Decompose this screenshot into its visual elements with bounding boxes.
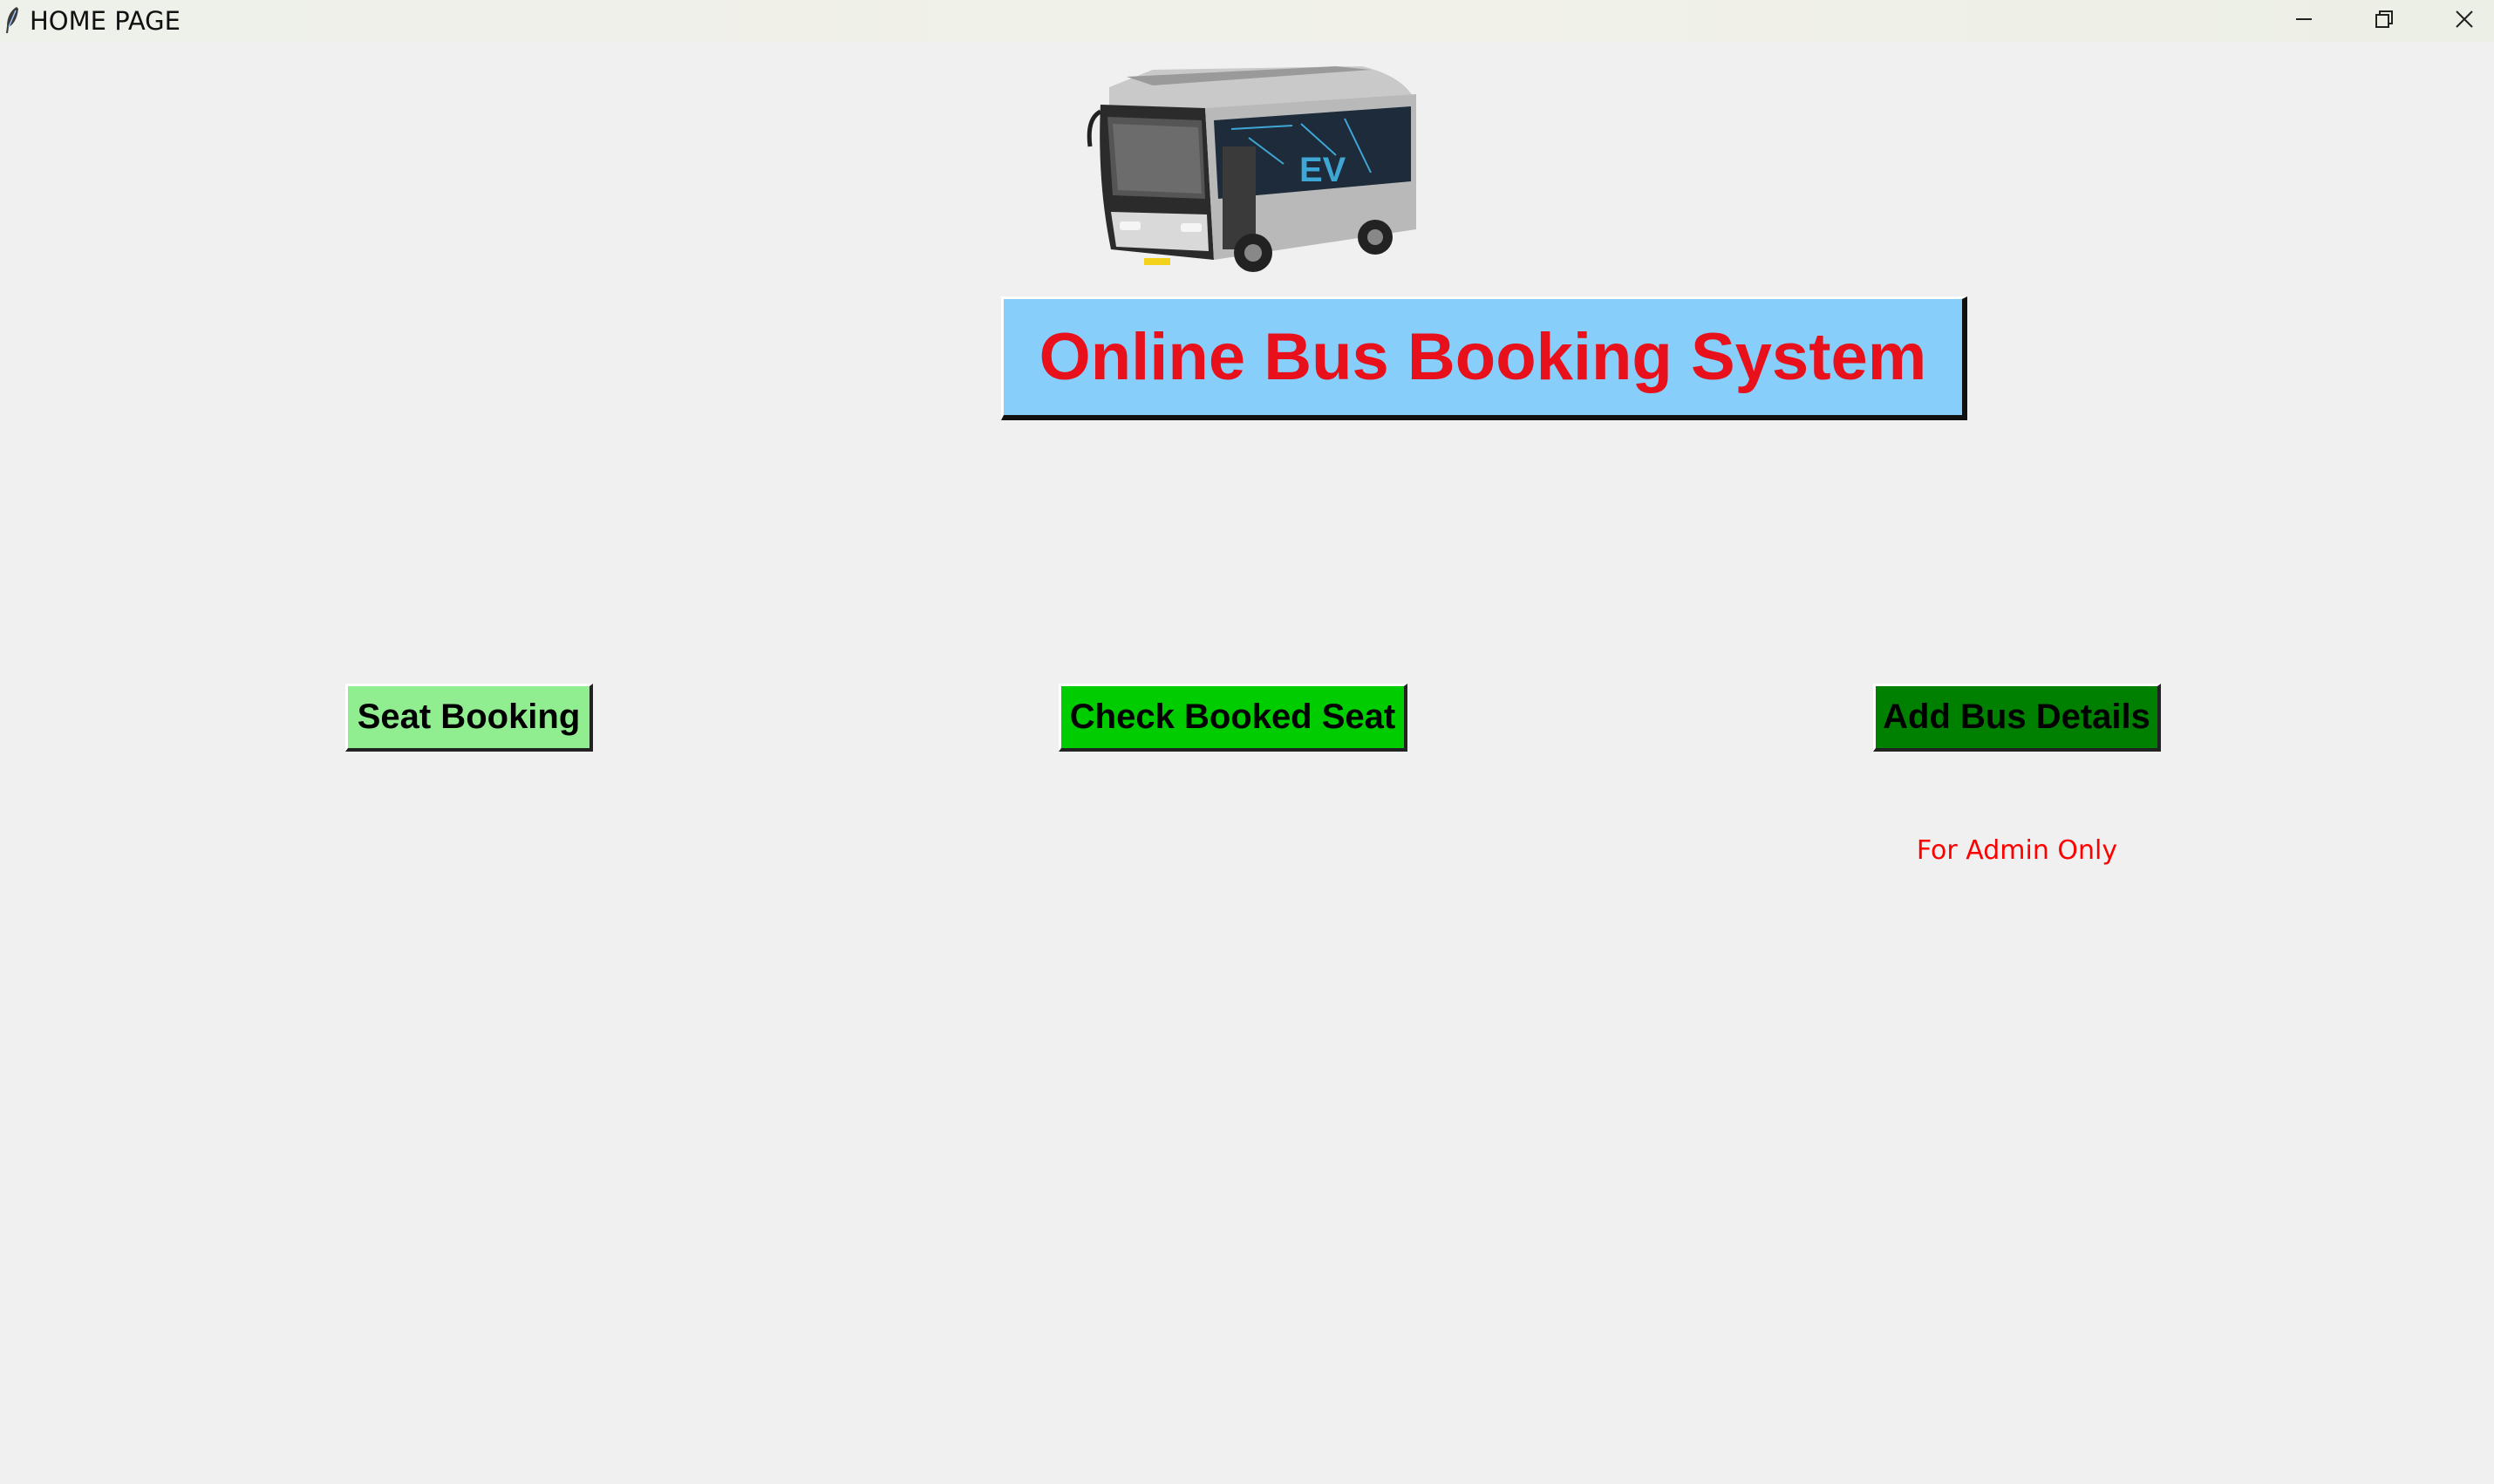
seat-booking-button[interactable]: Seat Booking xyxy=(345,684,593,752)
restore-icon xyxy=(2373,8,2395,34)
window-title: HOME PAGE xyxy=(30,6,181,36)
close-icon xyxy=(2453,8,2476,34)
feather-icon xyxy=(3,5,21,35)
admin-only-note: For Admin Only xyxy=(1916,835,2118,866)
svg-text:EV: EV xyxy=(1299,151,1346,189)
bus-image: EV xyxy=(1074,51,1423,277)
page-title: Online Bus Booking System xyxy=(1001,296,1967,420)
add-bus-details-button[interactable]: Add Bus Details xyxy=(1873,684,2161,752)
restore-button[interactable] xyxy=(2344,0,2424,42)
check-booked-seat-button[interactable]: Check Booked Seat xyxy=(1059,684,1407,752)
minimize-button[interactable] xyxy=(2264,0,2344,42)
window-title-bar[interactable]: HOME PAGE xyxy=(0,0,2494,42)
close-button[interactable] xyxy=(2424,0,2494,42)
minimize-icon xyxy=(2293,8,2315,34)
